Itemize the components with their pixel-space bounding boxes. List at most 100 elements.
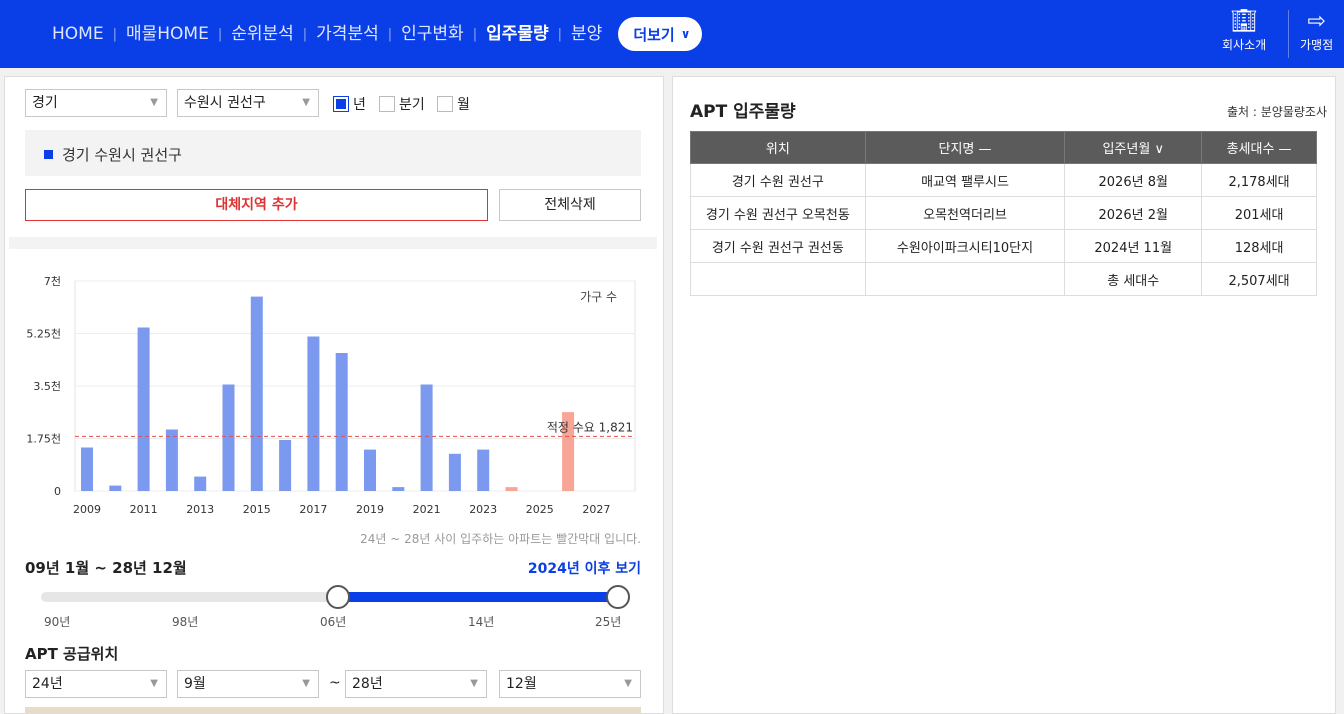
top-navigation-bar: HOME | 매물HOME | 순위분석 | 가격분석 | 인구변화 | 입주물… — [0, 0, 1344, 68]
nav-separator: | — [557, 26, 563, 42]
to-month-value: 12월 — [506, 676, 537, 692]
district-select[interactable]: 수원시 권선구 ▼ — [177, 89, 319, 117]
nav-ranking[interactable]: 순위분석 — [231, 20, 294, 48]
cell-empty — [690, 262, 866, 296]
bar — [194, 476, 207, 491]
col-location: 위치 — [690, 131, 866, 164]
table-row[interactable]: 경기 수원 권선구 매교역 팰루시드 2026년 8월 2,178세대 — [690, 163, 1317, 197]
period-year-label: 년 — [353, 97, 366, 113]
x-tick-label: 2025 — [526, 503, 554, 516]
slider-tick-label: 98년 — [172, 615, 199, 629]
col-complex-sort[interactable]: 단지명 — — [864, 131, 1066, 164]
period-month-label: 월 — [457, 97, 470, 113]
cell-units: 2,178세대 — [1201, 163, 1317, 197]
chart-note: 24년 ~ 28년 사이 입주하는 아파트는 빨간막대 입니다. — [360, 532, 641, 546]
range-slider-end-handle[interactable] — [606, 585, 630, 609]
col-move-in-date-sort[interactable]: 입주년월 ∨ — [1064, 131, 1203, 164]
period-quarter-checkbox[interactable]: 분기 — [379, 94, 425, 114]
x-tick-label: 2019 — [356, 503, 384, 516]
province-value: 경기 — [32, 95, 58, 111]
x-tick-label: 2011 — [130, 503, 158, 516]
company-intro-button[interactable]: 🏢︎ 회사소개 — [1222, 8, 1266, 53]
cell-date: 2026년 2월 — [1064, 196, 1203, 230]
cell-date: 2026년 8월 — [1064, 163, 1203, 197]
x-tick-label: 2023 — [469, 503, 497, 516]
cell-complex: 수원아이파크시티10단지 — [864, 229, 1066, 263]
nav-price[interactable]: 가격분석 — [316, 20, 379, 48]
table-row[interactable]: 경기 수원 권선구 오목천동 오목천역더리브 2026년 2월 201세대 — [690, 196, 1317, 230]
chevron-down-icon: ∨ — [680, 27, 691, 41]
dropdown-arrow-icon: ▼ — [470, 678, 478, 689]
map-preview[interactable] — [25, 707, 641, 713]
bar — [250, 296, 263, 491]
dropdown-arrow-icon: ▼ — [150, 678, 158, 689]
bar — [109, 485, 122, 491]
checkbox-icon — [437, 96, 453, 112]
company-intro-label: 회사소개 — [1222, 38, 1267, 52]
range-label: 09년 1월 ~ 28년 12월 — [25, 559, 187, 577]
to-year-value: 28년 — [352, 676, 383, 692]
nav-move-in[interactable]: 입주물량 — [486, 20, 549, 48]
period-year-checkbox[interactable]: 년 — [333, 94, 366, 114]
bar — [477, 449, 490, 491]
main-nav: HOME | 매물HOME | 순위분석 | 가격분석 | 인구변화 | 입주물… — [52, 17, 703, 51]
table-row[interactable]: 경기 수원 권선구 권선동 수원아이파크시티10단지 2024년 11월 128… — [690, 229, 1317, 263]
x-tick-label: 2015 — [243, 503, 271, 516]
move-in-volume-chart: 0 1.75천 3.5천 5.25천 7천적정 수요 1,821 가구 수 2009 2011… — [26, 274, 636, 516]
y-tick-label: 1.75천 — [26, 432, 61, 446]
building-icon: 🏢︎ — [1230, 9, 1259, 34]
cell-units: 201세대 — [1201, 196, 1317, 230]
nav-separator: | — [387, 26, 393, 42]
bar — [165, 429, 178, 491]
move-in-table: 위치 단지명 — 입주년월 ∨ 총세대수 — 경기 수원 권선구 매교역 팰루시… — [690, 131, 1317, 296]
col-units-sort[interactable]: 총세대수 — — [1201, 131, 1317, 164]
dropdown-arrow-icon: ▼ — [624, 678, 632, 689]
slider-tick-label: 06년 — [320, 615, 347, 629]
range-slider-start-handle[interactable] — [326, 585, 350, 609]
bar — [335, 353, 348, 491]
bar — [364, 449, 376, 491]
selected-region: 경기 수원시 권선구 — [25, 130, 641, 176]
x-tick-label: 2017 — [299, 503, 327, 516]
bar — [137, 327, 150, 491]
bar — [505, 487, 518, 491]
left-panel: 경기 ▼ 수원시 권선구 ▼ 년 분기 월 경기 수원시 권선구 대체지역 추가… — [4, 76, 664, 714]
cell-empty — [864, 262, 1066, 296]
cell-units: 128세대 — [1201, 229, 1317, 263]
region-color-marker — [44, 150, 53, 159]
cell-complex: 오목천역더리브 — [864, 196, 1066, 230]
from-year-select[interactable]: 24년 ▼ — [25, 670, 167, 698]
more-label: 더보기 — [633, 25, 675, 44]
supply-location-title: APT 공급위치 — [25, 645, 119, 663]
selected-region-label: 경기 수원시 권선구 — [62, 146, 182, 164]
cell-location: 경기 수원 권선구 오목천동 — [690, 196, 866, 230]
more-button[interactable]: 더보기 ∨ — [618, 17, 703, 51]
nav-separator: | — [217, 26, 223, 42]
slider-tick-label: 25년 — [595, 615, 622, 629]
x-tick-label: 2009 — [73, 503, 101, 516]
view-after-2024-link[interactable]: 2024년 이후 보기 — [528, 558, 641, 578]
data-source: 출처 : 분양물량조사 — [1227, 105, 1327, 119]
cell-location: 경기 수원 권선구 권선동 — [690, 229, 866, 263]
y-tick-label: 5.25천 — [26, 327, 61, 341]
legend-label: 가구 수 — [580, 290, 617, 304]
nav-population[interactable]: 인구변화 — [401, 20, 464, 48]
nav-listing-home[interactable]: 매물HOME — [126, 20, 209, 48]
to-year-select[interactable]: 28년 ▼ — [345, 670, 487, 698]
delete-all-button[interactable]: 전체삭제 — [499, 189, 641, 221]
period-month-checkbox[interactable]: 월 — [437, 94, 470, 114]
franchise-button[interactable]: ⇨ 가맹점 — [1300, 8, 1333, 53]
bar — [420, 384, 433, 491]
nav-home[interactable]: HOME — [52, 20, 104, 48]
x-tick-label: 2027 — [582, 503, 610, 516]
nav-presale[interactable]: 분양 — [571, 20, 602, 48]
province-select[interactable]: 경기 ▼ — [25, 89, 167, 117]
franchise-label: 가맹점 — [1300, 38, 1334, 52]
add-alt-region-button[interactable]: 대체지역 추가 — [25, 189, 488, 221]
right-panel: APT 입주물량 출처 : 분양물량조사 위치 단지명 — 입주년월 ∨ 총세대… — [672, 76, 1336, 714]
to-month-select[interactable]: 12월 ▼ — [499, 670, 641, 698]
from-month-select[interactable]: 9월 ▼ — [177, 670, 319, 698]
section-divider — [9, 237, 657, 249]
cell-date: 2024년 11월 — [1064, 229, 1203, 263]
cell-location: 경기 수원 권선구 — [690, 163, 866, 197]
